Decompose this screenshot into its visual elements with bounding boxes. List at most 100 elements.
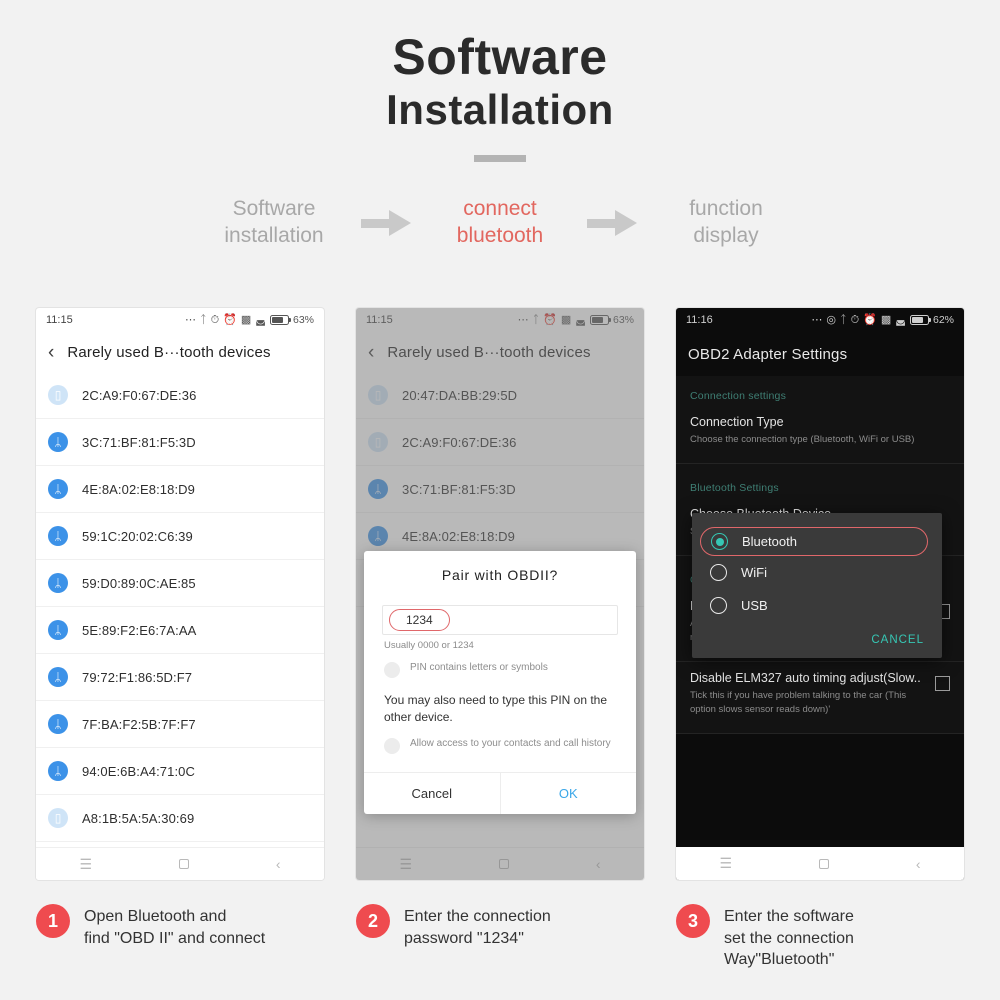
flow-step-3-line1: function	[689, 197, 763, 221]
back-chevron-icon-2[interactable]: ‹	[368, 343, 374, 362]
phone-screenshot-1: 11:15 ⋯ ᛏ ⏱ ⏰ ▩ ◛ 63% ‹ Rarely used B···…	[36, 308, 324, 880]
nav-back-icon-2[interactable]: ‹	[596, 856, 601, 872]
location-icon-3: ◎	[826, 313, 836, 326]
settings-section-header: Bluetooth Settings	[690, 482, 779, 495]
bluetooth-icon: ᛦ	[48, 432, 68, 452]
settings-divider	[676, 660, 964, 662]
allow-contacts-checkbox[interactable]	[384, 737, 400, 754]
page-title-line2: Installation	[386, 86, 614, 133]
device-label: 2C:A9:F0:67:DE:36	[82, 387, 197, 403]
connection-type-option[interactable]: Bluetooth	[700, 527, 928, 556]
flow-arrow-icon-2	[585, 206, 641, 240]
mute-icon-3: ⏱	[850, 313, 860, 326]
device-label: 79:72:F1:86:5D:F7	[82, 669, 193, 685]
status-time-3: 11:16	[686, 314, 713, 326]
nav-home-icon[interactable]	[178, 859, 189, 869]
device-list-item[interactable]: ▯ 2C:A9:F0:67:DE:36	[356, 419, 644, 466]
device-list-item[interactable]: ▯ A8:1B:5A:5A:30:69	[36, 795, 324, 842]
device-list-item[interactable]: ᛦ 3C:71:BF:81:F5:3D	[356, 466, 644, 513]
device-list-item[interactable]: ▯ 2C:A9:F0:67:DE:36	[36, 372, 324, 419]
pair-dialog-body: You may also need to type this PIN on th…	[384, 693, 608, 725]
pair-dialog: Pair with OBDII? 1234 Usually 0000 or 12…	[364, 551, 636, 814]
settings-item-subtitle: Tick this if you have problem talking to…	[690, 690, 907, 715]
connection-type-option[interactable]: USB	[692, 589, 942, 622]
device-list-item[interactable]: ᛦ 59:1C:20:02:C6:39	[36, 513, 324, 560]
device-label: 94:0E:6B:A4:71:0C	[82, 763, 195, 779]
nav-back-icon[interactable]: ‹	[276, 856, 281, 872]
nav-menu-icon[interactable]: ☰	[79, 856, 92, 873]
android-nav-bar-2: ☰ ‹	[356, 847, 644, 880]
settings-divider	[676, 463, 964, 465]
phone-screenshot-2: 11:15 ⋯ ᛏ ⏰ ▩ ◛ 63% ‹ Rarely used B···to…	[356, 308, 644, 880]
flow-step-3-line2: display	[693, 223, 759, 247]
bluetooth-icon: ᛦ	[48, 761, 68, 781]
device-list-item[interactable]: ᛦ 4E:8A:02:E8:18:D9	[36, 466, 324, 513]
signal-icon-3: ▩	[880, 313, 892, 326]
caption-line: find "OBD II" and connect	[84, 929, 266, 947]
pair-ok-button[interactable]: OK	[501, 773, 637, 814]
battery-icon-3	[909, 315, 932, 325]
nav-home-icon-2[interactable]	[498, 859, 509, 869]
alarm-icon-3: ⏰	[863, 313, 877, 326]
battery-percent-3: 62%	[932, 314, 954, 326]
status-bar-3: 11:16 ⋯ ◎ ᛏ ⏱ ⏰ ▩ ◛ 62%	[676, 308, 964, 332]
step-number-badge: 1	[36, 904, 70, 938]
device-list-item[interactable]: ᛦ 79:72:F1:86:5D:F7	[36, 654, 324, 701]
settings-divider	[676, 732, 964, 734]
settings-section-header: Connection settings	[690, 390, 787, 402]
settings-item[interactable]: Connection Type Choose the connection typ…	[676, 410, 964, 459]
radio-button-icon[interactable]	[710, 597, 727, 614]
device-label: 5E:89:F2:E6:7A:AA	[82, 622, 197, 638]
app-bar: ‹ Rarely used B···tooth devices	[36, 332, 324, 372]
device-label: 3C:71:BF:81:F5:3D	[402, 481, 516, 497]
device-list-item[interactable]: ᛦ 59:D0:89:0C:AE:85	[36, 560, 324, 607]
nav-home-icon-3[interactable]	[818, 858, 829, 869]
pair-cancel-button[interactable]: Cancel	[364, 773, 500, 814]
settings-item-checkbox[interactable]	[935, 675, 950, 691]
flow-arrow-icon-1	[359, 206, 415, 240]
radio-button-icon[interactable]	[710, 564, 727, 581]
step-caption: 3 Enter the software set the connection Way…	[676, 900, 964, 971]
app-bar-title: Rarely used B···tooth devices	[67, 343, 271, 361]
device-list-item[interactable]: ᛦ 7F:BA:F2:5B:7F:F7	[36, 701, 324, 748]
title-underline-rule	[474, 155, 526, 163]
pin-symbols-label: PIN contains letters or symbols	[410, 662, 548, 673]
nav-back-icon-3[interactable]: ‹	[916, 856, 921, 872]
nav-menu-icon-3[interactable]: ☰	[719, 855, 732, 872]
bluetooth-icon: ▯	[368, 385, 388, 405]
android-nav-bar-3: ☰ ‹	[676, 847, 964, 880]
caption-line: password "1234"	[404, 929, 524, 947]
connection-type-label: USB	[741, 598, 768, 613]
connection-type-label: WiFi	[741, 565, 767, 580]
pair-dialog-title: Pair with OBDII?	[441, 567, 559, 583]
device-list-item[interactable]: ᛦ 3C:71:BF:81:F5:3D	[36, 419, 324, 466]
more-dots-icon-2: ⋯	[517, 313, 529, 326]
nav-menu-icon-2[interactable]: ☰	[399, 856, 412, 873]
radio-dialog-cancel-button[interactable]: CANCEL	[692, 622, 942, 652]
connection-type-option[interactable]: WiFi	[692, 556, 942, 589]
pin-input-field[interactable]: 1234	[382, 605, 618, 635]
alarm-icon: ⏰	[223, 313, 237, 326]
signal-icon: ▩	[240, 313, 252, 326]
bluetooth-icon: ᛦ	[48, 620, 68, 640]
step-caption-text: Enter the software set the connection Way"…	[724, 904, 854, 971]
device-list-item[interactable]: ᛦ 94:0E:6B:A4:71:0C	[36, 748, 324, 795]
connection-type-label: Bluetooth	[742, 534, 797, 549]
back-chevron-icon[interactable]: ‹	[48, 343, 54, 362]
bluetooth-status-icon-2: ᛏ	[532, 313, 540, 326]
pin-symbols-checkbox[interactable]	[384, 662, 400, 678]
bluetooth-icon: ᛦ	[48, 479, 68, 499]
bluetooth-icon: ᛦ	[368, 526, 388, 546]
radio-button-icon[interactable]	[711, 533, 728, 550]
device-list-item[interactable]: ᛦ 5E:89:F2:E6:7A:AA	[36, 607, 324, 654]
bluetooth-icon: ᛦ	[368, 479, 388, 499]
more-dots-icon-3: ⋯	[811, 313, 823, 326]
device-list-item[interactable]: ▯ 20:47:DA:BB:29:5D	[356, 372, 644, 419]
pin-value: 1234	[389, 609, 450, 631]
wifi-icon: ◛	[255, 313, 266, 326]
connection-type-dialog: Bluetooth WiFi USB CANCEL	[692, 513, 942, 658]
bluetooth-device-list: ▯ 2C:A9:F0:67:DE:36 ᛦ 3C:71:BF:81:F5:3D ᛦ 4E:…	[36, 372, 324, 880]
mute-icon: ⏱	[210, 313, 220, 326]
settings-item[interactable]: Disable ELM327 auto timing adjust(Slow..…	[676, 666, 964, 729]
flow-step-software-installation: Software installation	[189, 196, 359, 250]
